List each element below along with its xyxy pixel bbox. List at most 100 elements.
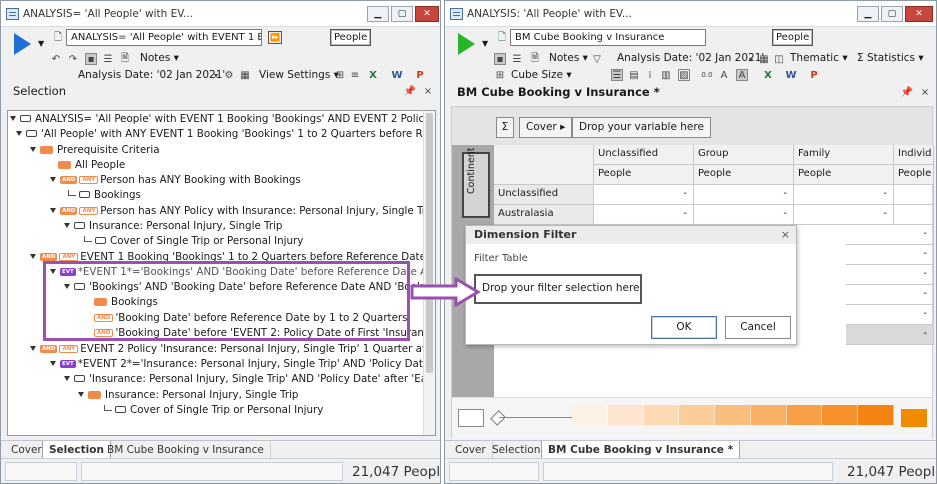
close-button[interactable]: ✕ [905,6,933,22]
tree-row[interactable]: AND ANY Person has ANY Policy with Insuran… [50,203,435,218]
col-header[interactable]: Family [794,145,894,165]
tab-cube[interactable]: BM Cube Booking v Insurance * [541,441,741,459]
row-label[interactable]: Australasia [494,205,594,225]
excel-icon[interactable]: X [367,69,379,81]
legend-empty-swatch[interactable] [458,409,484,427]
tree-row[interactable]: Insurance: Personal Injury, Single Trip [64,218,282,233]
expand-icon[interactable] [50,269,56,274]
panel-close-icon[interactable]: × [919,86,931,98]
fast-forward-icon[interactable]: ⏩ [268,31,282,44]
tree-row[interactable]: ANALYSIS= 'All People' with EVENT 1 Book… [10,111,435,126]
expand-icon[interactable] [50,361,56,366]
expand-icon[interactable] [78,392,84,397]
grid-cell[interactable]: - [846,285,934,305]
tree-row[interactable]: Bookings [94,294,158,309]
thematic-button[interactable]: Thematic ▾ [790,52,848,64]
grid-cell[interactable]: - [794,185,894,205]
left-notes-button[interactable]: Notes ▾ [140,52,179,64]
view-settings-icon[interactable]: ▦ [239,69,251,81]
grid-cell[interactable]: - [846,305,934,325]
drop-variable-zone[interactable]: Drop your variable here [572,117,711,138]
date-dropdown-icon[interactable]: ▾ [745,53,757,65]
cube-size-button[interactable]: Cube Size ▾ [511,69,572,81]
tree-row[interactable]: Insurance: Personal Injury, Single Trip [78,387,298,402]
grid-cell[interactable]: - [794,205,894,225]
note-page-icon[interactable]: 🗎 [119,53,131,65]
pin-icon[interactable]: 📌 [901,86,913,98]
pin-icon[interactable]: 📌 [404,85,416,97]
cancel-button[interactable]: Cancel [725,316,791,339]
lines-icon[interactable]: ☰ [102,53,114,65]
word-icon[interactable]: W [391,69,403,81]
document-icon[interactable]: 🗋 [52,32,64,44]
grid-cell[interactable]: - [846,225,934,245]
col-header[interactable]: Unclassified [594,145,694,165]
run-icon[interactable] [458,33,475,55]
right-notes-button[interactable]: Notes ▾ [549,52,588,64]
dots-view-icon[interactable]: ⁞ [644,69,656,81]
grid-cell[interactable]: - [694,185,794,205]
expand-icon[interactable] [64,284,70,289]
date-dropdown-icon[interactable]: ▾ [210,69,222,81]
dialog-close-icon[interactable]: × [781,228,790,241]
powerpoint-icon[interactable]: P [414,69,426,81]
expand-icon[interactable] [10,116,16,121]
tree-row[interactable]: Cover of Single Trip or Personal Injury [104,402,323,417]
scroll-thumb[interactable] [426,113,433,373]
tree-row[interactable]: 'Insurance: Personal Injury, Single Trip… [64,371,435,386]
tree-row[interactable]: AND ANY EVENT 2 Policy 'Insurance: Persona… [30,341,435,356]
expand-icon[interactable] [30,254,36,259]
tree-row[interactable]: Bookings [68,187,141,202]
grid-cell[interactable]: - [846,265,934,285]
tree-row[interactable]: 'Bookings' AND 'Booking Date' before Ref… [64,279,435,294]
settings-gear-icon[interactable]: ⚙ [223,69,235,81]
tree-row[interactable]: AND ANY Person has ANY Booking with Bookin… [50,172,301,187]
grid-toggle-icon[interactable]: ▪ [494,53,506,65]
note-page-icon[interactable]: 🗎 [529,53,541,65]
chart-view-icon[interactable]: ▨ [678,69,690,81]
right-analysis-date[interactable]: Analysis Date: '02 Jan 2021' [617,52,764,64]
filter-icon[interactable]: ▽ [591,53,603,65]
grid-cell[interactable]: - [846,245,934,265]
expand-icon[interactable] [30,147,36,152]
tree-row[interactable]: EVT *EVENT 2*='Insurance: Personal Injury… [50,356,435,371]
col-header[interactable]: Group [694,145,794,165]
dimension-filter-dialog[interactable]: Dimension Filter × Filter Table Drop you… [465,225,797,345]
decimal-icon[interactable]: 0.0 [701,69,713,81]
powerpoint-icon[interactable]: P [808,69,820,81]
right-people-box[interactable]: People [772,29,814,46]
grid-cell[interactable]: - [594,185,694,205]
expand-icon[interactable] [50,208,56,213]
expand-icon[interactable] [30,346,36,351]
close-button[interactable]: ✕ [415,6,439,22]
maximize-button[interactable]: ▢ [391,6,413,22]
word-icon[interactable]: W [785,69,797,81]
cube-name-field[interactable]: BM Cube Booking v Insurance [510,29,706,46]
excel-icon[interactable]: X [762,69,774,81]
list-icon[interactable]: ≡ [349,69,361,81]
expand-icon[interactable] [50,177,56,182]
tree-row[interactable]: Prerequisite Criteria [30,142,160,157]
tree-row[interactable]: 'All People' with ANY EVENT 1 Booking 'B… [16,126,435,141]
col-header[interactable]: Individ [894,145,934,165]
cube-size-icon[interactable]: ⊞ [494,69,506,81]
view-settings-button[interactable]: View Settings ▾ [259,69,339,81]
tree-scrollbar[interactable] [423,111,435,435]
tree-row[interactable]: All People [58,157,125,172]
text-icon[interactable]: A [718,69,730,81]
cover-button[interactable]: Cover ▸ [519,117,573,138]
lines-icon[interactable]: ☰ [511,53,523,65]
tree-row[interactable]: EVT *EVENT 1*='Bookings' AND 'Booking Dat… [50,264,435,279]
grid-view-icon[interactable]: ▤ [628,69,640,81]
minimize-button[interactable]: ▁ [367,6,389,22]
panel-close-icon[interactable]: × [422,85,434,97]
tree-row[interactable]: AND 'Booking Date' before Reference Date … [94,310,408,325]
tree-row[interactable]: AND 'Booking Date' before 'EVENT 2: Polic… [94,325,435,340]
ok-button[interactable]: OK [651,316,717,339]
minimize-button[interactable]: ▁ [857,6,879,22]
bars-view-icon[interactable]: ▥ [660,69,672,81]
analysis-name-field[interactable]: ANALYSIS= 'All People' with EVENT 1 Book… [66,29,262,46]
run-icon[interactable] [14,33,31,55]
row-label[interactable]: Unclassified [494,185,594,205]
grid-toggle-icon[interactable]: ▪ [85,53,97,65]
